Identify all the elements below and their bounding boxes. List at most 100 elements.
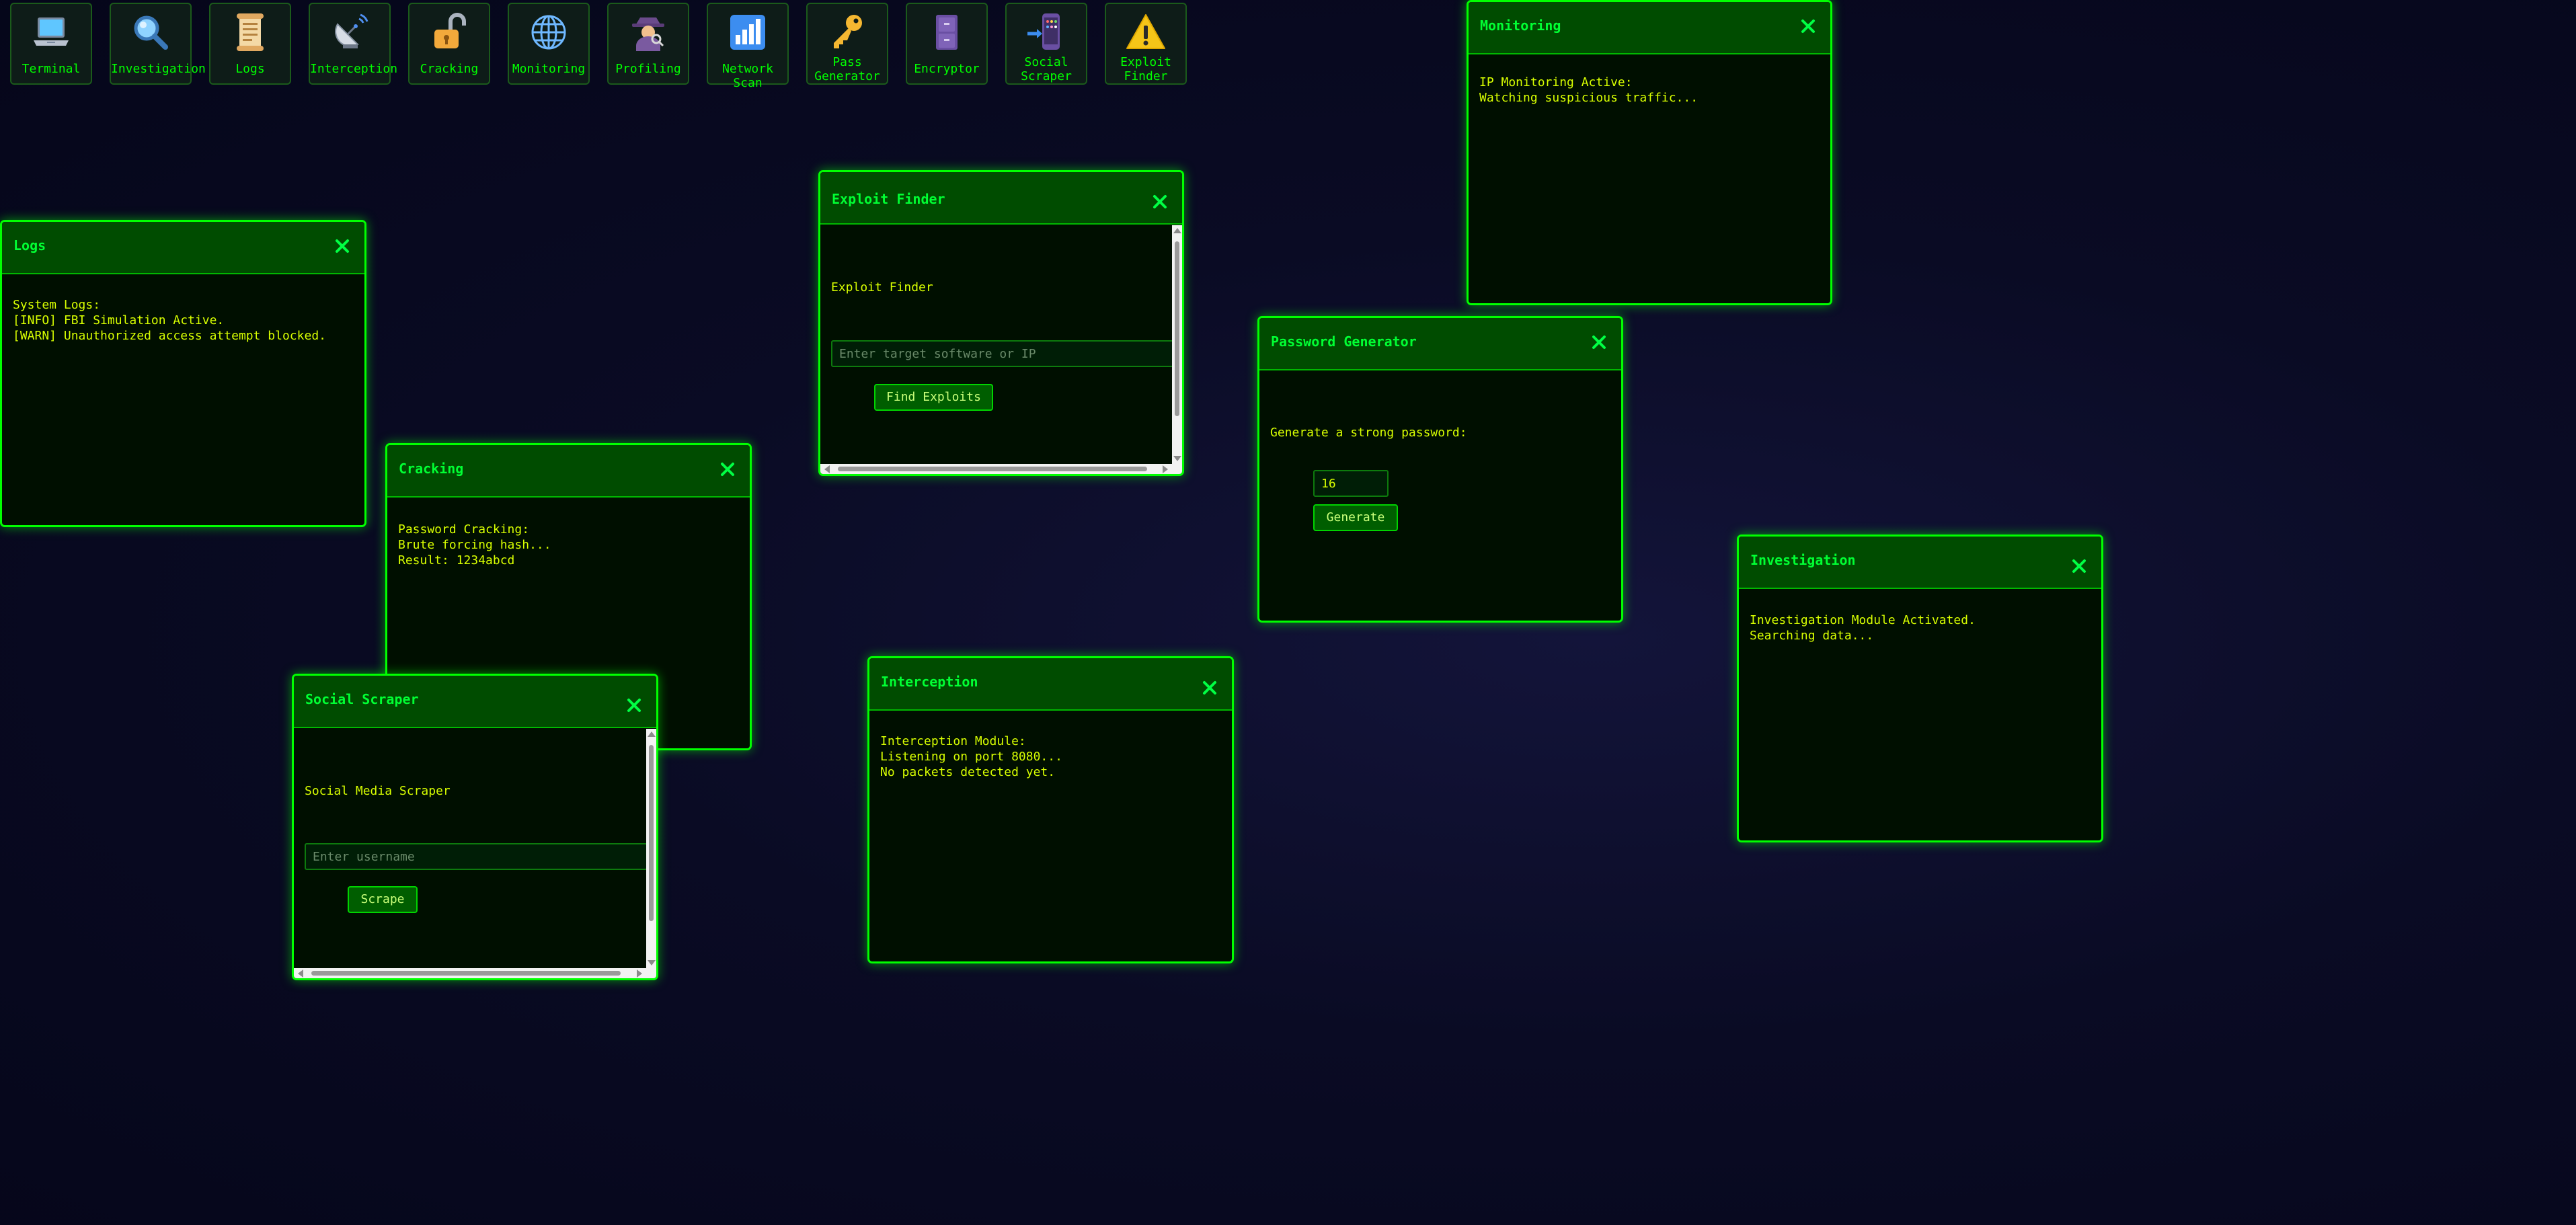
scroll-left-arrow-icon[interactable] [824, 465, 830, 473]
output-line: [WARN] Unauthorized access attempt block… [13, 329, 326, 343]
window-password-generator[interactable]: Password Generator Generate a strong pas… [1257, 316, 1623, 623]
window-content: Interception Module: Listening on port 8… [880, 734, 1062, 780]
window-titlebar[interactable]: Exploit Finder [820, 172, 1182, 225]
toolbar-item-interception[interactable]: Interception [309, 3, 397, 85]
scroll-down-arrow-icon[interactable] [648, 960, 656, 965]
close-icon[interactable] [1591, 334, 1607, 350]
password-length-input[interactable] [1313, 470, 1389, 497]
detective-icon [632, 17, 664, 51]
window-titlebar[interactable]: Social Scraper [294, 676, 656, 728]
scrollbar-thumb[interactable] [311, 971, 621, 976]
toolbar-item-investigation[interactable]: Investigation [110, 3, 206, 85]
window-titlebar[interactable]: Password Generator [1259, 318, 1621, 370]
window-monitoring[interactable]: Monitoring IP Monitoring Active: Watchin… [1467, 0, 1832, 305]
window-content: IP Monitoring Active: Watching suspiciou… [1479, 75, 1698, 106]
scroll-up-arrow-icon[interactable] [1173, 228, 1181, 233]
close-icon[interactable] [2071, 558, 2087, 574]
output-line: Password Cracking: [398, 522, 530, 537]
toolbar-item-network-scan[interactable]: Network Scan [707, 3, 789, 90]
scrollbar-corner [1172, 464, 1182, 474]
output-line: IP Monitoring Active: [1479, 75, 1633, 89]
output-line: No packets detected yet. [880, 765, 1056, 779]
window-exploit-finder[interactable]: Exploit Finder Exploit Finder Find Explo… [818, 170, 1184, 476]
window-logs[interactable]: Logs System Logs: [INFO] FBI Simulation … [0, 220, 366, 527]
vertical-scrollbar[interactable] [1172, 225, 1182, 464]
module-heading: Exploit Finder [831, 280, 933, 294]
warning-icon [1126, 14, 1165, 49]
find-exploits-button[interactable]: Find Exploits [874, 384, 993, 411]
module-heading: Social Media Scraper [305, 784, 451, 798]
scroll-down-arrow-icon[interactable] [1173, 456, 1181, 461]
scroll-right-arrow-icon[interactable] [1163, 465, 1168, 473]
target-input[interactable] [831, 340, 1181, 367]
toolbar-item-exploit-finder[interactable]: Exploit Finder [1105, 3, 1187, 85]
scrollbar-thumb[interactable] [1175, 241, 1179, 416]
output-line: Result: 1234abcd [398, 553, 515, 567]
window-titlebar[interactable]: Cracking [387, 445, 750, 498]
toolbar-item-label: Investigation [111, 62, 206, 76]
vertical-scrollbar[interactable] [646, 729, 656, 968]
output-line: Interception Module: [880, 734, 1026, 748]
toolbar-item-pass-generator[interactable]: Pass Generator [806, 3, 888, 85]
close-icon[interactable] [334, 238, 350, 254]
scroll-up-arrow-icon[interactable] [648, 732, 656, 737]
scroll-icon [237, 13, 264, 51]
scrollbar-corner [646, 968, 656, 978]
toolbar-item-label-line: Generator [814, 69, 880, 83]
scroll-right-arrow-icon[interactable] [637, 970, 642, 978]
toolbar-item-label: Profiling [615, 62, 681, 76]
close-icon[interactable] [1800, 18, 1816, 34]
phone-arrow-icon [1027, 13, 1060, 50]
toolbar-item-label: Terminal [22, 62, 81, 76]
username-input[interactable] [305, 843, 648, 870]
toolbar-item-terminal[interactable]: Terminal [10, 3, 92, 85]
toolbar-item-label: Social Scraper [1007, 55, 1086, 83]
toolbar-item-monitoring[interactable]: Monitoring [508, 3, 590, 85]
window-title: Interception [881, 674, 978, 690]
horizontal-scrollbar[interactable] [294, 968, 646, 978]
toolbar-item-cracking[interactable]: Cracking [408, 3, 490, 85]
toolbar-item-social-scraper[interactable]: Social Scraper [1005, 3, 1087, 85]
toolbar-item-encryptor[interactable]: Encryptor [906, 3, 988, 85]
close-icon[interactable] [1202, 680, 1218, 696]
close-icon[interactable] [719, 461, 736, 477]
scrape-button[interactable]: Scrape [348, 886, 418, 913]
window-title: Exploit Finder [832, 191, 945, 207]
window-titlebar[interactable]: Monitoring [1469, 2, 1830, 54]
toolbar-item-label: Pass Generator [808, 55, 887, 83]
window-titlebar[interactable]: Interception [869, 658, 1232, 711]
bar-chart-icon [730, 15, 765, 50]
scroll-left-arrow-icon[interactable] [298, 970, 303, 978]
toolbar-item-label: Cracking [420, 62, 479, 76]
window-interception[interactable]: Interception Interception Module: Listen… [867, 656, 1234, 963]
horizontal-scrollbar[interactable] [820, 464, 1172, 474]
output-line: System Logs: [13, 298, 101, 312]
magnifier-icon [134, 15, 168, 50]
window-title: Monitoring [1480, 17, 1561, 34]
window-content: Investigation Module Activated. Searchin… [1750, 612, 1976, 643]
toolbar-item-label-line: Scraper [1021, 69, 1072, 83]
toolbar-item-profiling[interactable]: Profiling [607, 3, 689, 85]
toolbar-item-label: Encryptor [914, 62, 980, 76]
toolbar-item-logs[interactable]: Logs [209, 3, 291, 85]
close-icon[interactable] [1152, 194, 1168, 210]
window-titlebar[interactable]: Logs [2, 222, 364, 274]
unlocked-padlock-icon [434, 13, 466, 48]
output-line: [INFO] FBI Simulation Active. [13, 313, 225, 327]
close-icon[interactable] [626, 697, 642, 713]
file-cabinet-icon [936, 15, 958, 50]
toolbar-item-label: Network Scan [722, 62, 773, 90]
window-titlebar[interactable]: Investigation [1739, 537, 2101, 589]
window-content: System Logs: [INFO] FBI Simulation Activ… [13, 297, 326, 344]
toolbar-item-label: Monitoring [512, 62, 586, 76]
window-investigation[interactable]: Investigation Investigation Module Activ… [1737, 535, 2103, 842]
window-social-scraper[interactable]: Social Scraper Social Media Scraper Scra… [292, 674, 658, 980]
generate-button[interactable]: Generate [1313, 504, 1398, 531]
toolbar-item-label-line: Exploit [1120, 55, 1171, 69]
output-line: Brute forcing hash... [398, 538, 551, 552]
scrollbar-thumb[interactable] [649, 745, 654, 921]
laptop-icon [34, 17, 69, 46]
module-heading: Generate a strong password: [1270, 426, 1467, 440]
window-title: Social Scraper [305, 691, 419, 707]
scrollbar-thumb[interactable] [838, 467, 1147, 471]
